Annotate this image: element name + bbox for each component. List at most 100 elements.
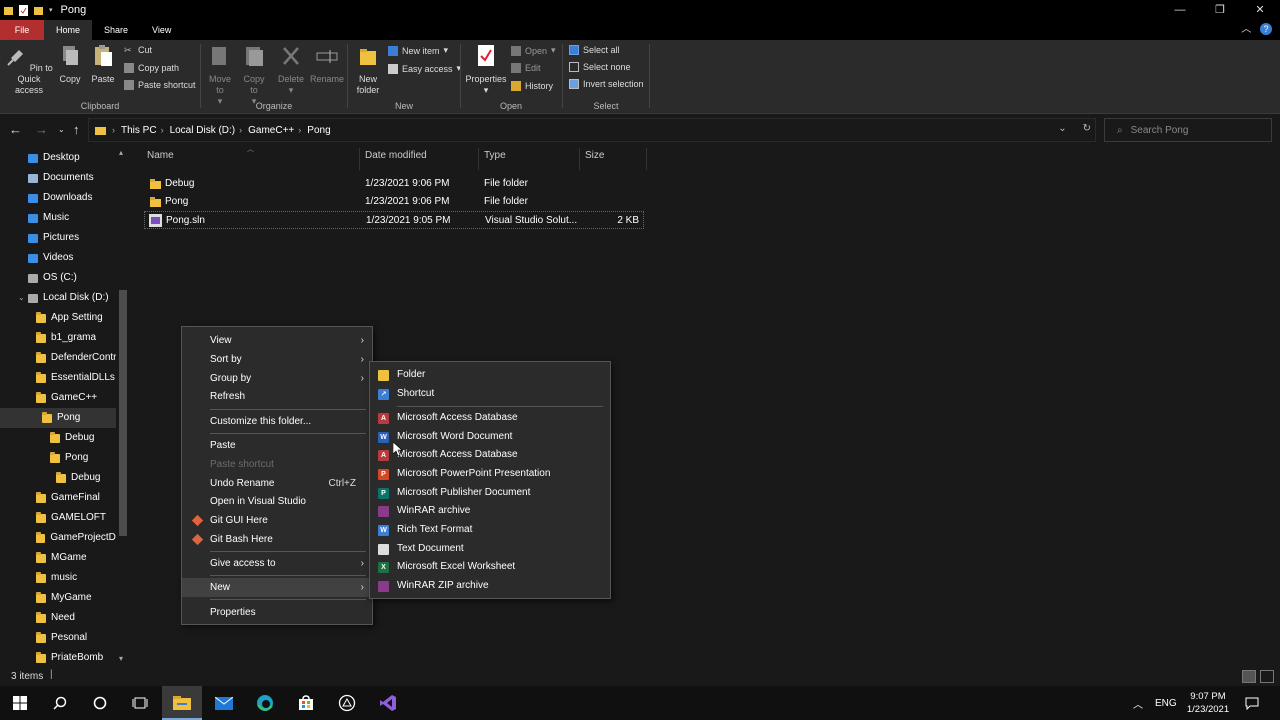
notification-button[interactable] (1245, 686, 1259, 720)
cortana-button[interactable] (80, 686, 120, 720)
qat-dropdown-icon[interactable]: ▾ (49, 6, 53, 14)
nav-item[interactable]: GameProjectDc (0, 528, 116, 548)
invert-selection-button[interactable]: Invert selection (569, 79, 644, 89)
submenu-item[interactable]: ↗ Shortcut (370, 385, 610, 403)
task-view-button[interactable] (120, 686, 160, 720)
menu-item-sort-by[interactable]: Sort by › (182, 350, 372, 369)
close-button[interactable]: ✕ (1240, 0, 1280, 20)
delete-button[interactable]: Delete ▾ (275, 44, 307, 96)
language-indicator[interactable]: ENG (1155, 686, 1177, 720)
start-button[interactable] (0, 686, 40, 720)
nav-item[interactable]: b1_grama (0, 328, 116, 348)
column-header-type[interactable]: Type (484, 150, 506, 168)
file-explorer-taskbar-button[interactable] (162, 686, 202, 720)
menu-item-new[interactable]: New › (182, 578, 372, 597)
breadcrumb-local-disk[interactable]: Local Disk (D:) (170, 125, 236, 136)
submenu-item[interactable]: Folder (370, 366, 610, 384)
menu-item-view[interactable]: View › (182, 331, 372, 350)
menu-item-paste[interactable]: Paste (182, 436, 372, 455)
breadcrumb-gamecpp[interactable]: GameC++ (248, 125, 294, 136)
column-header-name[interactable]: Name (147, 150, 174, 168)
column-divider[interactable] (359, 148, 360, 170)
submenu-item[interactable]: Text Document (370, 540, 610, 558)
tray-chevron-icon[interactable]: ︿ (1133, 686, 1143, 720)
help-icon[interactable]: ? (1260, 23, 1272, 35)
file-row[interactable]: Pong 1/23/2021 9:06 PM File folder (144, 193, 644, 211)
submenu-item[interactable]: A Microsoft Access Database (370, 446, 610, 464)
column-divider[interactable] (478, 148, 479, 170)
up-arrow-icon[interactable]: ↑ (73, 122, 80, 137)
select-all-button[interactable]: Select all (569, 45, 620, 55)
forward-arrow-icon[interactable]: → (35, 122, 48, 137)
move-to-button[interactable]: Move to ▾ (205, 44, 235, 107)
properties-button[interactable]: Properties ▾ (465, 44, 507, 96)
new-item-button[interactable]: New item ▾ (388, 45, 448, 56)
refresh-icon[interactable]: ↻ (1083, 123, 1091, 134)
nav-item[interactable]: MGame (0, 548, 116, 568)
submenu-item[interactable]: X Microsoft Excel Worksheet (370, 558, 610, 576)
nav-item[interactable]: Debug (0, 428, 116, 448)
properties-icon[interactable] (19, 4, 28, 16)
easy-access-button[interactable]: Easy access ▾ (388, 63, 461, 74)
submenu-item[interactable]: W Microsoft Word Document (370, 428, 610, 446)
paste-button[interactable]: Paste (88, 44, 118, 85)
nav-item[interactable]: GameFinal (0, 488, 116, 508)
tab-share[interactable]: Share (92, 20, 140, 40)
paste-shortcut-button[interactable]: Paste shortcut (124, 80, 196, 90)
history-button[interactable]: History (511, 81, 553, 91)
nav-item[interactable]: music (0, 568, 116, 588)
nav-item[interactable]: Downloads (0, 188, 116, 208)
edge-taskbar-button[interactable] (245, 686, 285, 720)
nav-item[interactable]: Pong (0, 448, 116, 468)
mail-taskbar-button[interactable] (204, 686, 244, 720)
menu-item-customize[interactable]: Customize this folder... (182, 412, 372, 431)
breadcrumb-this-pc[interactable]: This PC (121, 125, 157, 136)
nav-item[interactable]: Pictures (0, 228, 116, 248)
nav-item[interactable]: Debug (0, 468, 116, 488)
store-taskbar-button[interactable] (286, 686, 326, 720)
menu-item-git-gui[interactable]: Git GUI Here (182, 511, 372, 530)
select-none-button[interactable]: Select none (569, 62, 631, 72)
address-bar[interactable]: › This PC › Local Disk (D:) › GameC++ › … (88, 118, 1096, 142)
search-input[interactable]: ⌕ Search Pong (1104, 118, 1272, 142)
submenu-item[interactable]: A Microsoft Access Database (370, 409, 610, 427)
file-row[interactable]: Pong.sln 1/23/2021 9:05 PM Visual Studio… (144, 211, 644, 229)
new-folder-button[interactable]: New folder (352, 44, 384, 96)
nav-item[interactable]: PriateBomb (0, 648, 116, 666)
nav-scroll-thumb[interactable] (119, 290, 127, 536)
edit-button[interactable]: Edit (511, 63, 541, 73)
tab-home[interactable]: Home (44, 20, 93, 40)
scroll-up-icon[interactable]: ▴ (119, 148, 123, 157)
file-row[interactable]: Debug 1/23/2021 9:06 PM File folder (144, 175, 644, 193)
menu-item-refresh[interactable]: Refresh (182, 387, 372, 406)
nav-item[interactable]: GameC++ (0, 388, 116, 408)
column-divider[interactable] (646, 148, 647, 170)
submenu-item[interactable]: WinRAR archive (370, 502, 610, 520)
nav-item[interactable]: Need (0, 608, 116, 628)
visual-studio-taskbar-button[interactable] (368, 686, 408, 720)
submenu-item[interactable]: WinRAR ZIP archive (370, 577, 610, 595)
column-header-date[interactable]: Date modified (365, 150, 427, 168)
column-header-size[interactable]: Size (585, 150, 604, 168)
app-taskbar-button[interactable] (327, 686, 367, 720)
new-folder-icon[interactable] (34, 5, 43, 16)
large-icons-view-button[interactable] (1260, 670, 1274, 683)
nav-item[interactable]: Music (0, 208, 116, 228)
rename-button[interactable]: Rename (309, 44, 345, 85)
nav-item[interactable]: Desktop (0, 148, 116, 168)
copy-to-button[interactable]: Copy to ▾ (239, 44, 269, 107)
nav-item[interactable]: Pesonal (0, 628, 116, 648)
minimize-button[interactable]: — (1160, 0, 1200, 20)
address-dropdown-icon[interactable]: ⌄ (1058, 123, 1066, 134)
expand-chevron-icon[interactable]: ⌄ (18, 288, 25, 308)
back-arrow-icon[interactable]: ← (9, 122, 22, 137)
menu-item-undo-rename[interactable]: Undo Rename Ctrl+Z (182, 474, 372, 493)
menu-item-open-visual-studio[interactable]: Open in Visual Studio (182, 492, 372, 511)
collapse-ribbon-icon[interactable]: ︿ (1241, 24, 1251, 35)
nav-item[interactable]: EssentialDLLs (0, 368, 116, 388)
nav-item[interactable]: DefenderContr (0, 348, 116, 368)
column-divider[interactable] (579, 148, 580, 170)
nav-item[interactable]: Documents (0, 168, 116, 188)
menu-item-group-by[interactable]: Group by › (182, 369, 372, 388)
copy-path-button[interactable]: Copy path (124, 63, 179, 73)
